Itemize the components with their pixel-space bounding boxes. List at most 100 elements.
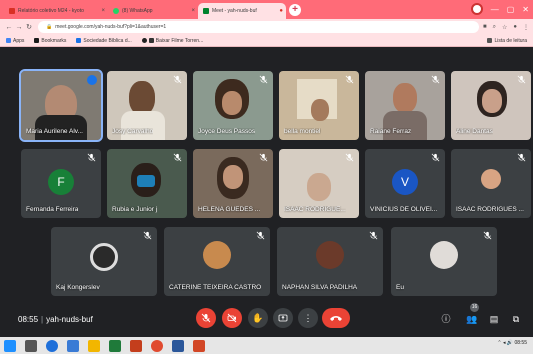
participant-video [393,83,417,113]
tray-icons[interactable]: ⌃ ◂ 🔊 [497,340,514,346]
participant-tile[interactable]: NAPHAN SILVA PADILHA [277,227,383,296]
reload-icon[interactable]: ↻ [24,23,34,31]
avatar [481,169,501,189]
meeting-time: 08:55 [18,315,39,324]
close-icon[interactable]: × [101,8,105,14]
more-options-button[interactable]: ⋮ [298,308,318,328]
participant-tile[interactable]: Joyce Deus Passos [193,71,273,140]
gmail-icon [9,8,15,14]
tab-relatorio[interactable]: Relatório coletivo M24 - kyoto × [4,3,108,19]
avatar: F [48,169,74,196]
bookmark-apps[interactable]: Apps [6,38,24,44]
file-explorer-icon[interactable] [88,339,100,352]
participant-tile[interactable]: Maria Aurilene Alv... [19,69,103,142]
present-button[interactable] [273,308,293,328]
reading-list-icon [487,38,493,43]
mic-off-icon [259,75,268,84]
camera-off-icon [227,313,237,323]
participant-tile[interactable]: Eu [391,227,497,296]
close-icon[interactable]: × [191,8,195,14]
mic-off-icon [173,75,182,84]
task-view-icon[interactable] [25,339,37,352]
meet-icon [203,8,209,14]
participant-name: bella montiel [284,128,321,135]
reading-list[interactable]: Lista de leitura [487,38,527,44]
chrome-icon[interactable] [151,339,163,352]
bookmark-torrent[interactable]: Baixar Filme Torren... [141,38,203,44]
mic-off-icon [345,75,354,84]
excel-icon[interactable] [109,339,121,352]
browser-toolbar: ← → ↻ 🔒 meet.google.com/yah-nuds-buf?pli=… [0,19,533,35]
participant-name: Maria Aurilene Alv... [26,128,83,135]
tab-meet[interactable]: Meet - yah-nuds-buf ● [198,3,286,19]
profile-icon[interactable]: ● [513,24,517,31]
edge-icon[interactable] [46,339,58,352]
participant-tile[interactable]: HELENA GUEDES ... [193,149,273,218]
close-window-icon[interactable]: ✕ [522,5,529,14]
tab-label: (8) WhatsApp [122,8,153,14]
mic-off-icon [517,153,526,162]
participant-video [223,165,243,189]
bookmark-sociedade[interactable]: Sociedade Bíblica d... [76,38,132,44]
participant-name: ISAAC RODRIGUE... [284,206,346,213]
chat-icon[interactable]: ▤ [488,313,500,325]
info-icon[interactable]: ⓘ [440,313,452,325]
mic-off-icon [259,153,268,162]
mic-toggle-button[interactable] [196,308,216,328]
activities-icon[interactable]: ⧉ [510,313,522,325]
participant-tile[interactable]: F Fernanda Ferreira [21,149,101,218]
participant-tile[interactable]: Kaj Kongerslev [51,227,157,296]
mic-off-icon [483,231,492,240]
camera-indicator-icon[interactable]: ■ [483,24,487,31]
participant-tile[interactable]: Josy Carvalho [107,71,187,140]
word-icon[interactable] [172,339,184,352]
forward-icon[interactable]: → [14,24,24,31]
back-icon[interactable]: ← [4,24,14,31]
bookmark-bookmarks[interactable]: Bookmarks [34,38,66,44]
tab-whatsapp[interactable]: (8) WhatsApp × [108,3,198,19]
address-bar[interactable]: 🔒 meet.google.com/yah-nuds-buf?pli=1&auth… [38,21,479,33]
people-count-badge: 16 [470,303,479,312]
participant-tile[interactable]: CATERINE TEIXEIRA CASTRO [164,227,270,296]
app-icon[interactable] [67,339,79,352]
star-icon[interactable]: ☆ [502,24,507,31]
participant-tile[interactable]: Aline Dantas [451,71,531,140]
participant-name: CATERINE TEIXEIRA CASTRO [169,284,262,291]
mic-off-icon [517,75,526,84]
tab-label: Meet - yah-nuds-buf [212,8,257,14]
new-tab-button[interactable]: + [289,4,301,16]
participant-video [129,81,155,115]
powerpoint-icon[interactable] [130,339,142,352]
avatar [316,241,344,269]
maximize-icon[interactable]: ▢ [507,5,515,14]
raise-hand-button[interactable]: ✋ [248,308,268,328]
zoom-icon[interactable]: ⌕ [493,24,496,31]
mic-off-icon [345,153,354,162]
participant-video [311,99,329,121]
participant-tile[interactable]: Rubia e Junior j [107,149,187,218]
people-icon[interactable]: 👥 [466,313,478,325]
participant-video [222,91,242,115]
participant-tile[interactable]: V VINICIUS DE OLIVEI... [365,149,445,218]
participant-name: Eu [396,284,404,291]
participant-video [137,175,155,187]
participant-tile[interactable]: ISAAC RODRIGUES ... [451,149,531,218]
camera-toggle-button[interactable] [222,308,242,328]
participant-name: Aline Dantas [456,128,493,135]
participant-tile[interactable]: Raiane Ferraz [365,71,445,140]
menu-icon[interactable]: ⋮ [523,24,529,31]
start-icon[interactable] [4,339,16,352]
participant-tile[interactable]: bella montiel [279,71,359,140]
recording-dot-icon: ● [279,8,283,14]
avatar: V [392,169,418,196]
participant-video [307,173,331,201]
participant-video [383,111,427,140]
minimize-icon[interactable]: — [491,5,499,14]
participant-tile[interactable]: ISAAC RODRIGUE... [279,149,359,218]
bible-site-icon [76,38,82,43]
end-call-button[interactable] [322,308,350,328]
speaking-indicator-icon [87,75,97,85]
participant-name: Josy Carvalho [112,128,154,135]
app-icon[interactable] [193,339,205,352]
profile-avatar[interactable] [470,3,483,15]
